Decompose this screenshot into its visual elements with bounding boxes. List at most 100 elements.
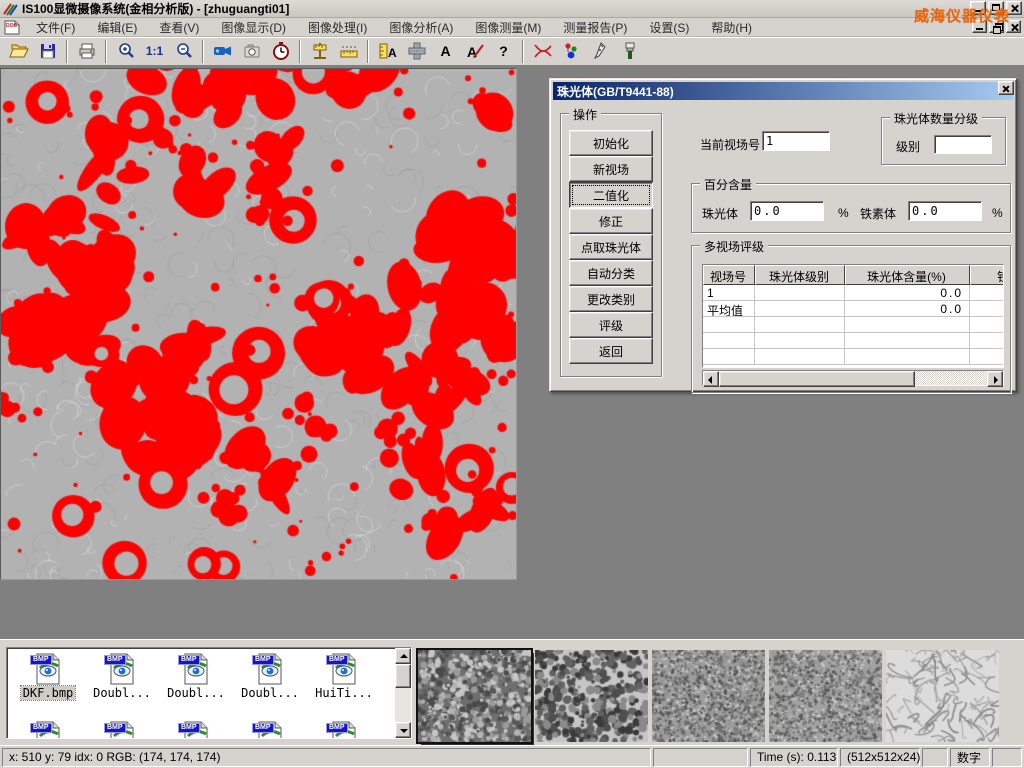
col-field-no: 视场号	[703, 265, 755, 285]
table-row[interactable]	[703, 317, 1004, 333]
scrollbar-thumb[interactable]	[395, 664, 411, 688]
file-item[interactable]: BMP	[11, 720, 85, 739]
table-hscrollbar[interactable]	[702, 370, 1004, 386]
file-item[interactable]: BMP DKF.bmp	[11, 652, 85, 700]
file-item[interactable]: BMP HuiTi...	[307, 652, 381, 700]
bmp-file-icon: BMP	[106, 652, 138, 686]
close-button[interactable]	[1006, 1, 1022, 15]
file-item[interactable]: BMP	[85, 720, 159, 739]
picker-pen-button[interactable]	[587, 39, 614, 64]
height-gauge-button[interactable]	[306, 39, 333, 64]
thumbnail[interactable]	[769, 650, 882, 742]
scroll-up-button[interactable]	[395, 648, 411, 664]
classify-button[interactable]	[558, 39, 585, 64]
file-name[interactable]: DKF.bmp	[21, 686, 76, 700]
menu-view[interactable]: 查看(V)	[148, 18, 210, 37]
print-button[interactable]	[73, 39, 100, 64]
maximize-button[interactable]	[988, 1, 1004, 15]
file-name[interactable]: Doubl...	[91, 686, 153, 700]
initialize-button[interactable]: 初始化	[569, 130, 653, 156]
file-item[interactable]: BMP Doubl...	[85, 652, 159, 700]
file-name[interactable]: Doubl...	[165, 686, 227, 700]
correct-button[interactable]: 修正	[569, 208, 653, 234]
text-tool-button[interactable]: A	[432, 39, 459, 64]
video-capture-button[interactable]	[209, 39, 236, 64]
bmp-badge: BMP	[252, 655, 274, 665]
save-button[interactable]	[34, 39, 61, 64]
auto-classify-button[interactable]: 自动分类	[569, 260, 653, 286]
return-button[interactable]: 返回	[569, 338, 653, 364]
zoom-out-button[interactable]	[170, 39, 197, 64]
metallograph-binarized-image[interactable]	[1, 69, 516, 579]
menu-image-display[interactable]: 图像显示(D)	[210, 18, 297, 37]
scrollbar-track[interactable]	[915, 371, 987, 385]
thumbnail[interactable]	[652, 650, 765, 742]
dialog-title-bar[interactable]: 珠光体(GB/T9441-88)	[553, 82, 1013, 100]
snapshot-button[interactable]	[238, 39, 265, 64]
mdi-close-button[interactable]	[1006, 20, 1021, 33]
menu-image-analysis[interactable]: 图像分析(A)	[378, 18, 464, 37]
open-button[interactable]	[5, 39, 32, 64]
menu-image-measure[interactable]: 图像测量(M)	[464, 18, 552, 37]
help-icon: ?	[499, 43, 508, 59]
file-name[interactable]: HuiTi...	[313, 686, 375, 700]
bmp-file-icon: BMP	[254, 720, 286, 739]
help-button[interactable]: ?	[490, 39, 517, 64]
menu-edit[interactable]: 编辑(E)	[86, 18, 148, 37]
file-item[interactable]: BMP	[233, 720, 307, 739]
menu-image-process[interactable]: 图像处理(I)	[297, 18, 378, 37]
toolbar-separator	[522, 40, 524, 63]
curve-fit-button[interactable]	[529, 39, 556, 64]
file-browser[interactable]: BMP DKF.bmp BMP Doubl... BMP Doubl...	[6, 647, 412, 739]
pearlite-percent-input[interactable]	[750, 201, 824, 221]
rate-button[interactable]: 评级	[569, 312, 653, 338]
thumbnail[interactable]	[535, 650, 648, 742]
file-item[interactable]: BMP Doubl...	[159, 652, 233, 700]
measure-label-button[interactable]: A	[374, 39, 401, 64]
file-name[interactable]: Doubl...	[239, 686, 301, 700]
rating-table[interactable]: 视场号 珠光体级别 珠光体含量(%) 铁素体含量(%) 1 0.0 平均值 0.…	[702, 264, 1004, 368]
toolbar: 1:1	[0, 37, 1024, 66]
minimize-button[interactable]	[970, 1, 986, 15]
scroll-down-button[interactable]	[395, 722, 411, 738]
ruler-button[interactable]	[335, 39, 362, 64]
table-row[interactable]: 1 0.0	[703, 285, 1004, 301]
thumbnail-selected[interactable]	[418, 650, 531, 742]
new-field-button[interactable]: 新视场	[569, 156, 653, 182]
annotate-button[interactable]: A	[461, 39, 488, 64]
fill-brush-button[interactable]	[616, 39, 643, 64]
file-item[interactable]: BMP Doubl...	[233, 652, 307, 700]
menu-file[interactable]: 文件(F)	[25, 18, 86, 37]
file-list-vscrollbar[interactable]	[395, 648, 411, 738]
merge-grid-button[interactable]	[403, 39, 430, 64]
status-bar: x: 510 y: 79 idx: 0 RGB: (174, 174, 174)…	[0, 745, 1024, 768]
scrollbar-thumb[interactable]	[719, 371, 915, 387]
current-field-input[interactable]	[762, 131, 830, 151]
dialog-close-button[interactable]	[998, 81, 1014, 95]
menu-help[interactable]: 帮助(H)	[700, 18, 763, 37]
arrow-down-icon	[400, 729, 408, 733]
ferrite-percent-input[interactable]	[908, 201, 982, 221]
file-item[interactable]: BMP	[307, 720, 381, 739]
svg-text:DOC: DOC	[6, 23, 18, 29]
actual-size-button[interactable]: 1:1	[141, 39, 168, 64]
timer-button[interactable]	[267, 39, 294, 64]
change-class-button[interactable]: 更改类别	[569, 286, 653, 312]
zoom-in-icon	[116, 41, 136, 61]
zoom-out-icon	[174, 41, 194, 61]
scroll-right-button[interactable]	[987, 371, 1003, 387]
table-row[interactable]	[703, 333, 1004, 349]
table-row[interactable]	[703, 349, 1004, 365]
zoom-in-button[interactable]	[112, 39, 139, 64]
table-row[interactable]: 平均值 0.0	[703, 301, 1004, 317]
file-item[interactable]: BMP	[159, 720, 233, 739]
scroll-left-button[interactable]	[703, 371, 719, 387]
thumbnail[interactable]	[886, 650, 999, 742]
binarize-button[interactable]: 二值化	[569, 182, 653, 208]
menu-measure-report[interactable]: 测量报告(P)	[552, 18, 638, 37]
grade-input[interactable]	[934, 135, 992, 154]
pick-pearlite-button[interactable]: 点取珠光体	[569, 234, 653, 260]
mdi-minimize-button[interactable]	[972, 20, 987, 33]
menu-settings[interactable]: 设置(S)	[638, 18, 700, 37]
mdi-restore-button[interactable]	[989, 20, 1004, 33]
